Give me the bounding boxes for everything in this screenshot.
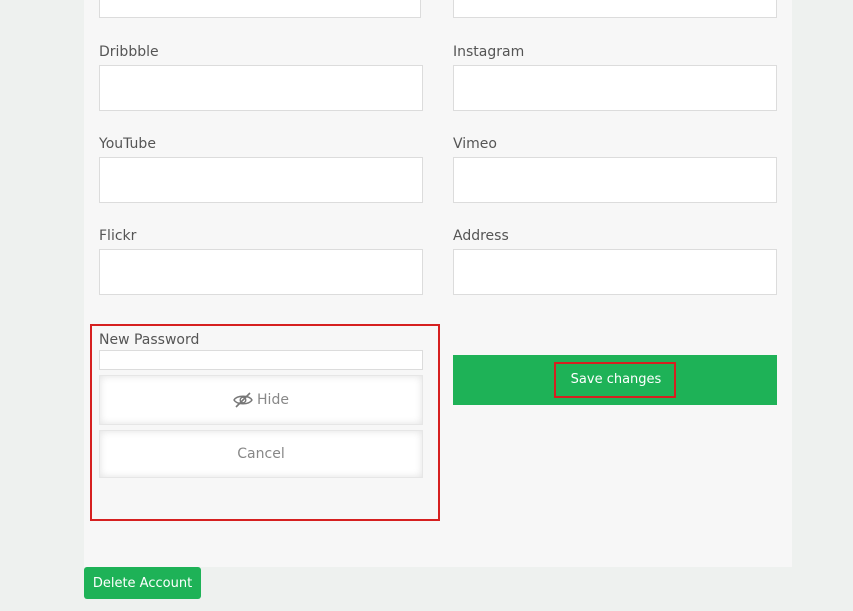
new-password-input[interactable] — [99, 350, 423, 370]
youtube-field[interactable] — [99, 157, 423, 203]
instagram-label: Instagram — [453, 44, 525, 60]
cancel-button-label: Cancel — [237, 446, 285, 462]
flickr-field[interactable] — [99, 249, 423, 295]
linkedin-field[interactable] — [453, 0, 777, 18]
dribbble-field[interactable] — [99, 65, 423, 111]
address-field[interactable] — [453, 249, 777, 295]
vimeo-field[interactable] — [453, 157, 777, 203]
vimeo-label: Vimeo — [453, 136, 497, 152]
youtube-label: YouTube — [99, 136, 156, 152]
address-label: Address — [453, 228, 509, 244]
save-changes-label: Save changes — [553, 362, 677, 398]
flickr-label: Flickr — [99, 228, 137, 244]
instagram-field[interactable] — [453, 65, 777, 111]
dribbble-label: Dribbble — [99, 44, 159, 60]
delete-account-button[interactable]: Delete Account — [84, 567, 201, 599]
hide-password-button[interactable]: Hide — [99, 375, 423, 425]
website-field[interactable] — [99, 0, 421, 18]
hide-button-label: Hide — [257, 392, 289, 408]
new-password-label: New Password — [99, 332, 200, 348]
eye-slash-icon — [233, 392, 257, 408]
cancel-password-button[interactable]: Cancel — [99, 430, 423, 478]
save-changes-button[interactable]: Save changes — [453, 355, 777, 405]
delete-account-label: Delete Account — [92, 575, 193, 591]
